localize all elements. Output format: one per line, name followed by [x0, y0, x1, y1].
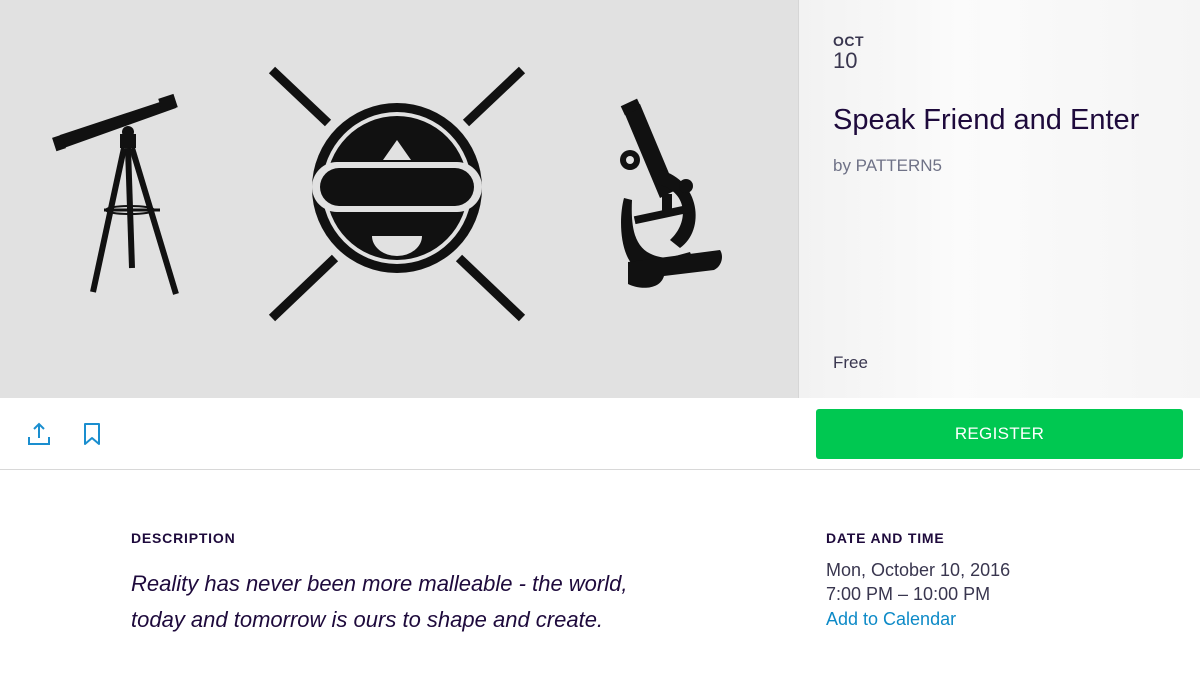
microscope-icon [620, 98, 722, 288]
event-organizer: by PATTERN5 [833, 156, 942, 175]
event-banner-image [0, 0, 798, 398]
event-title: Speak Friend and Enter [833, 104, 1140, 136]
event-date-day: 10 [833, 48, 858, 73]
bookmark-icon [84, 423, 100, 445]
date-time-heading: DATE AND TIME [826, 530, 945, 546]
description-heading: DESCRIPTION [131, 530, 236, 546]
register-button[interactable]: REGISTER [816, 409, 1183, 459]
event-price: Free [833, 353, 868, 372]
event-info-panel: OCT 10 Speak Friend and Enter by PATTERN… [798, 0, 1200, 398]
description-text: Reality has never been more malleable - … [131, 571, 628, 632]
telescope-icon [52, 93, 179, 295]
share-upload-icon [28, 422, 50, 445]
action-bar: REGISTER [0, 398, 1200, 470]
save-button[interactable] [81, 421, 103, 447]
event-time-text: 7:00 PM – 10:00 PM [826, 584, 991, 604]
share-button[interactable] [26, 421, 52, 447]
event-date-text: Mon, October 10, 2016 [826, 560, 1011, 580]
event-date-month: OCT [833, 33, 865, 49]
add-to-calendar-link[interactable]: Add to Calendar [826, 609, 956, 630]
vr-headset-face-icon [268, 66, 526, 322]
